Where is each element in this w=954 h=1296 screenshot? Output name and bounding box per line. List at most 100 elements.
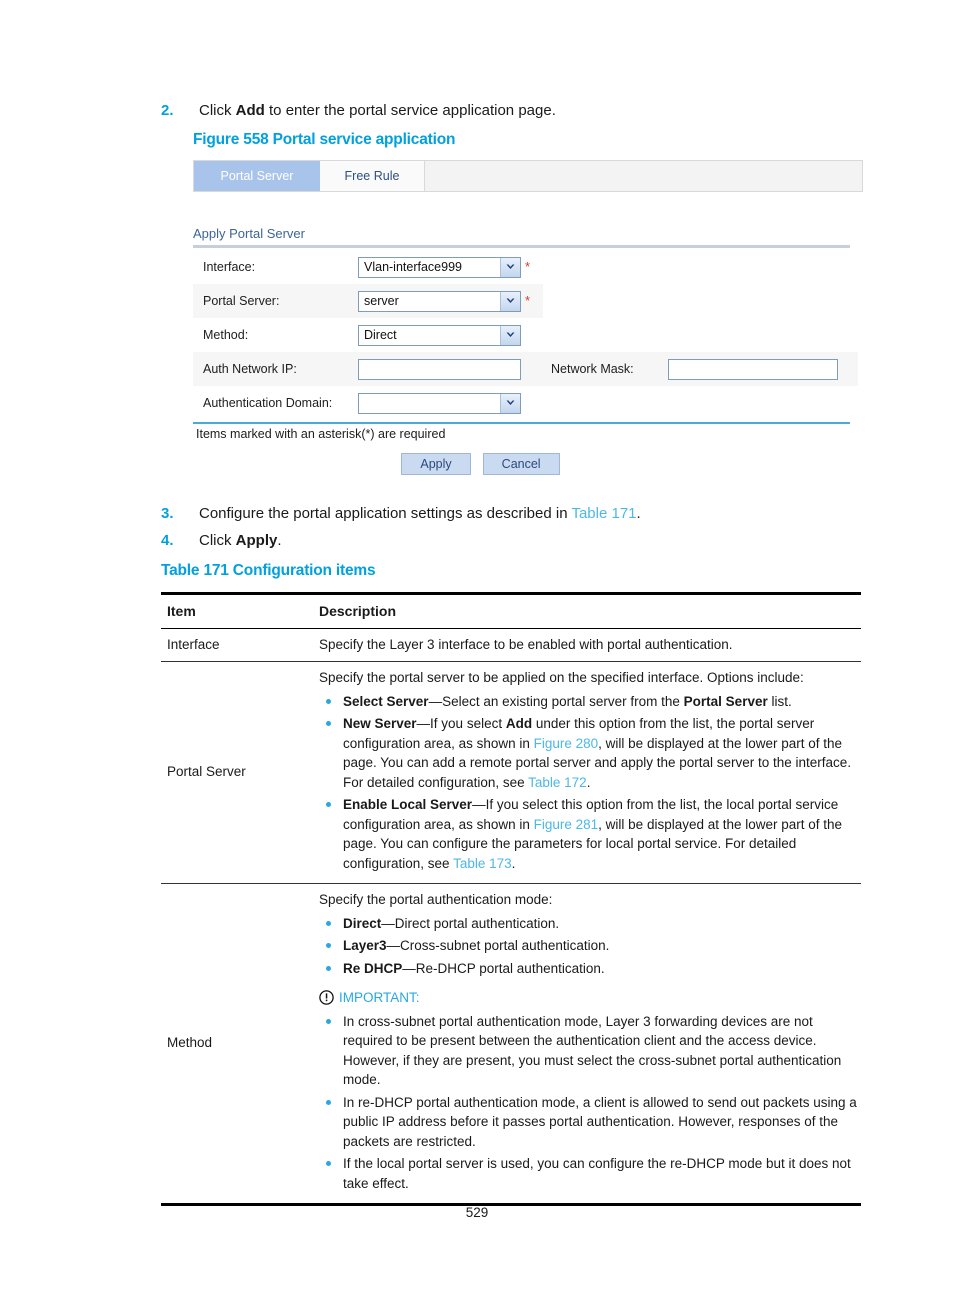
chevron-down-icon[interactable] <box>500 291 520 311</box>
step-2-text: Click Add to enter the portal service ap… <box>199 100 556 122</box>
auth-network-ip-input[interactable] <box>358 358 521 380</box>
bullet-select-server-term: Select Server <box>343 693 429 709</box>
form-row-auth-network: Auth Network IP: Network Mask: <box>193 352 858 386</box>
method-label: Method: <box>203 328 249 342</box>
network-mask-label: Network Mask: <box>543 352 668 386</box>
tab-free-rule[interactable]: Free Rule <box>320 161 425 191</box>
step-4-text-pre: Click <box>199 532 236 549</box>
form-row-interface: Interface: Vlan-interface999 * <box>193 250 858 284</box>
step-4: 4. Click Apply. <box>161 530 861 552</box>
tab-portal-server-label: Portal Server <box>220 169 294 183</box>
interface-required-asterisk: * <box>525 259 531 274</box>
tab-portal-server[interactable]: Portal Server <box>194 161 320 191</box>
portal-server-bullets: Select Server—Select an existing portal … <box>319 692 857 874</box>
list-item: If the local portal server is used, you … <box>319 1154 857 1193</box>
step-4-number: 4. <box>161 532 174 549</box>
interface-select-value: Vlan-interface999 <box>364 260 462 274</box>
bullet-new-server-t1: —If you select <box>416 716 506 731</box>
row-method-item-label: Method <box>167 1035 213 1051</box>
form-row-portal-server: Portal Server: server * <box>193 284 858 318</box>
apply-portal-server-form: Apply Portal Server Interface: Vlan-inte… <box>193 226 858 475</box>
link-table-173[interactable]: Table 173 <box>453 856 512 871</box>
tab-strip-filler <box>425 161 862 191</box>
form-button-row: Apply Cancel <box>193 453 858 475</box>
list-item: Enable Local Server—If you select this o… <box>319 795 857 873</box>
list-item: Re DHCP—Re-DHCP portal authentication. <box>319 959 857 979</box>
figure-558-screenshot: Portal Server Free Rule Apply Portal Ser… <box>193 160 863 475</box>
method-select-value: Direct <box>364 328 397 342</box>
bullet-select-server-bold2: Portal Server <box>683 693 768 709</box>
portal-server-label: Portal Server: <box>193 284 358 318</box>
authentication-domain-field-cell <box>358 386 543 420</box>
step-4-text: Click Apply. <box>199 530 282 552</box>
portal-server-select-value: server <box>364 294 399 308</box>
step-4-text-post: . <box>277 532 282 549</box>
list-item: Layer3—Cross-subnet portal authenticatio… <box>319 936 857 956</box>
bullet-new-server-t4: . <box>586 774 591 790</box>
form-row-authentication-domain: Authentication Domain: <box>193 386 858 420</box>
apply-button[interactable]: Apply <box>401 453 471 475</box>
chevron-down-icon[interactable] <box>500 393 520 413</box>
interface-label: Interface: <box>203 260 256 274</box>
bullet-enable-local-server-term: Enable Local Server <box>343 797 473 812</box>
cancel-button[interactable]: Cancel <box>482 453 560 475</box>
bullet-select-server-t1: —Select an existing portal server from t… <box>428 693 684 709</box>
tab-strip: Portal Server Free Rule <box>193 160 863 192</box>
form-title-divider <box>193 245 850 248</box>
table-171: Item Description Interface Specify the L… <box>161 592 861 1206</box>
document-page: 2. Click Add to enter the portal service… <box>0 0 954 1296</box>
step-2-bold-add: Add <box>235 102 265 119</box>
network-mask-field-cell <box>668 352 858 386</box>
list-item: Direct—Direct portal authentication. <box>319 914 857 934</box>
bullet-layer3-term: Layer3 <box>343 938 387 953</box>
method-lead: Specify the portal authentication mode: <box>319 892 553 907</box>
portal-server-lead: Specify the portal server to be applied … <box>319 670 804 685</box>
bullet-re-dhcp-term: Re DHCP <box>343 960 403 976</box>
portal-server-select[interactable]: server <box>358 290 521 312</box>
step-2: 2. Click Add to enter the portal service… <box>161 100 861 122</box>
authentication-domain-select[interactable] <box>358 392 521 414</box>
bullet-layer3-text: —Cross-subnet portal authentication. <box>386 938 610 953</box>
table-header-row: Item Description <box>161 592 861 629</box>
figure-558-caption: Figure 558 Portal service application <box>193 131 456 148</box>
method-select[interactable]: Direct <box>358 324 521 346</box>
network-mask-input[interactable] <box>668 358 838 380</box>
form-section-title: Apply Portal Server <box>193 226 305 241</box>
bullet-enable-local-t3: . <box>511 855 516 871</box>
row-portal-server-item: Portal Server <box>161 661 313 884</box>
table-171-caption: Table 171 Configuration items <box>161 562 376 579</box>
step-3-text: Configure the portal application setting… <box>199 503 641 525</box>
row-method-item: Method <box>161 883 313 1206</box>
step-2-number: 2. <box>161 102 174 119</box>
step-3-number: 3. <box>161 505 174 522</box>
bullet-select-server-t2: list. <box>767 693 792 709</box>
bullet-new-server-bold2: Add <box>505 716 533 731</box>
bullet-direct-text: —Direct portal authentication. <box>381 915 560 931</box>
row-interface-description: Specify the Layer 3 interface to be enab… <box>313 628 861 662</box>
chevron-down-icon[interactable] <box>500 325 520 345</box>
bullet-re-dhcp-text: —Re-DHCP portal authentication. <box>402 960 605 976</box>
list-item: In re-DHCP portal authentication mode, a… <box>319 1093 857 1152</box>
form-row-method: Method: Direct <box>193 318 858 352</box>
step-3: 3. Configure the portal application sett… <box>161 503 861 525</box>
table-row: Method Specify the portal authentication… <box>161 883 861 1206</box>
method-mode-bullets: Direct—Direct portal authentication. Lay… <box>319 914 857 979</box>
row-portal-server-item-label: Portal Server <box>167 764 246 780</box>
required-items-note: Items marked with an asterisk(*) are req… <box>196 427 446 441</box>
link-figure-280[interactable]: Figure 280 <box>534 736 599 751</box>
row-portal-server-description: Specify the portal server to be applied … <box>313 661 861 884</box>
bullet-new-server-term: New Server <box>343 716 417 731</box>
step-3-text-pre: Configure the portal application setting… <box>199 505 572 522</box>
interface-select[interactable]: Vlan-interface999 <box>358 256 521 278</box>
important-label: IMPORTANT: <box>339 990 420 1005</box>
step-2-text-post: to enter the portal service application … <box>264 102 556 119</box>
link-table-172[interactable]: Table 172 <box>528 775 587 790</box>
portal-server-required-asterisk: * <box>525 293 531 308</box>
link-figure-281[interactable]: Figure 281 <box>534 817 599 832</box>
chevron-down-icon[interactable] <box>500 257 520 277</box>
auth-network-ip-field-cell <box>358 352 543 386</box>
step-4-bold-apply: Apply <box>235 532 278 549</box>
row-interface-item: Interface <box>161 628 313 662</box>
portal-server-field-cell: server * <box>358 284 543 318</box>
link-table-171[interactable]: Table 171 <box>571 505 636 522</box>
